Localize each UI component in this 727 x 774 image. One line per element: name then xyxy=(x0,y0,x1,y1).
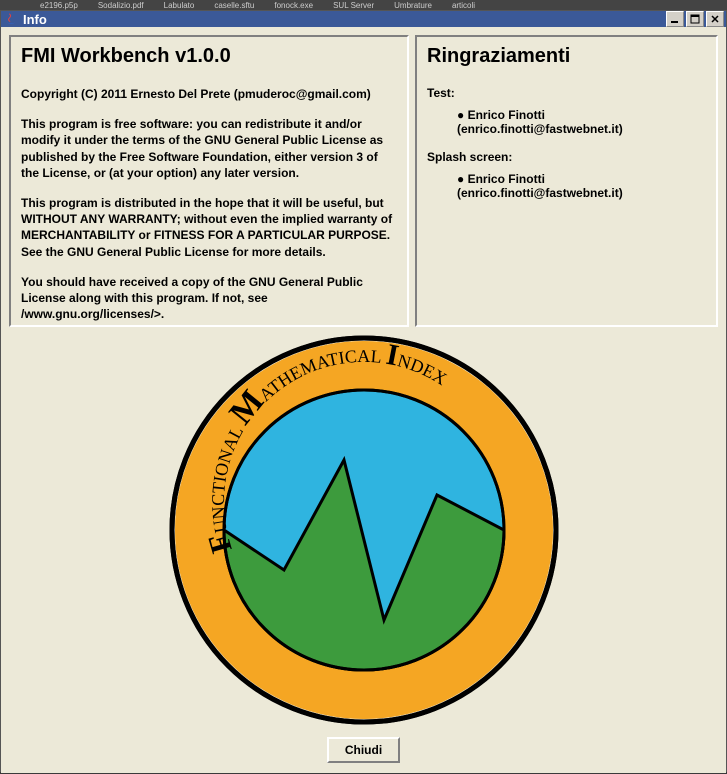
minimize-button[interactable] xyxy=(666,11,684,27)
test-label: Test: xyxy=(427,86,706,100)
button-area: Chiudi xyxy=(9,733,718,765)
window-title: Info xyxy=(23,12,666,27)
copyright-text: Copyright (C) 2011 Ernesto Del Prete (pm… xyxy=(21,86,397,102)
close-window-button[interactable] xyxy=(706,11,724,27)
content-area: FMI Workbench v1.0.0 Copyright (C) 2011 … xyxy=(1,27,726,773)
maximize-button[interactable] xyxy=(686,11,704,27)
license-para-1: This program is free software: you can r… xyxy=(21,116,397,181)
splash-label: Splash screen: xyxy=(427,150,706,164)
java-icon xyxy=(3,11,19,27)
credits-panel: Ringraziamenti Test: ● Enrico Finotti (e… xyxy=(415,35,718,327)
close-button[interactable]: Chiudi xyxy=(327,737,400,763)
info-window: Info FMI Workbench v1.0.0 Copyright (C) … xyxy=(0,10,727,772)
about-panel: FMI Workbench v1.0.0 Copyright (C) 2011 … xyxy=(9,35,409,327)
background-taskbar: e2196.p5p Sodalizio.pdf Labulato caselle… xyxy=(0,0,727,10)
app-title: FMI Workbench v1.0.0 xyxy=(21,45,397,68)
credits-heading: Ringraziamenti xyxy=(427,45,706,68)
fmi-logo: FUNCTIONAL MATHEMATICAL INDEX xyxy=(169,335,559,725)
logo-area: FUNCTIONAL MATHEMATICAL INDEX xyxy=(9,331,718,729)
titlebar[interactable]: Info xyxy=(1,11,726,27)
test-credit: ● Enrico Finotti (enrico.finotti@fastweb… xyxy=(427,108,706,136)
license-para-3: You should have received a copy of the G… xyxy=(21,274,397,323)
license-para-2: This program is distributed in the hope … xyxy=(21,195,397,260)
splash-credit: ● Enrico Finotti (enrico.finotti@fastweb… xyxy=(427,172,706,200)
window-controls xyxy=(666,11,724,27)
